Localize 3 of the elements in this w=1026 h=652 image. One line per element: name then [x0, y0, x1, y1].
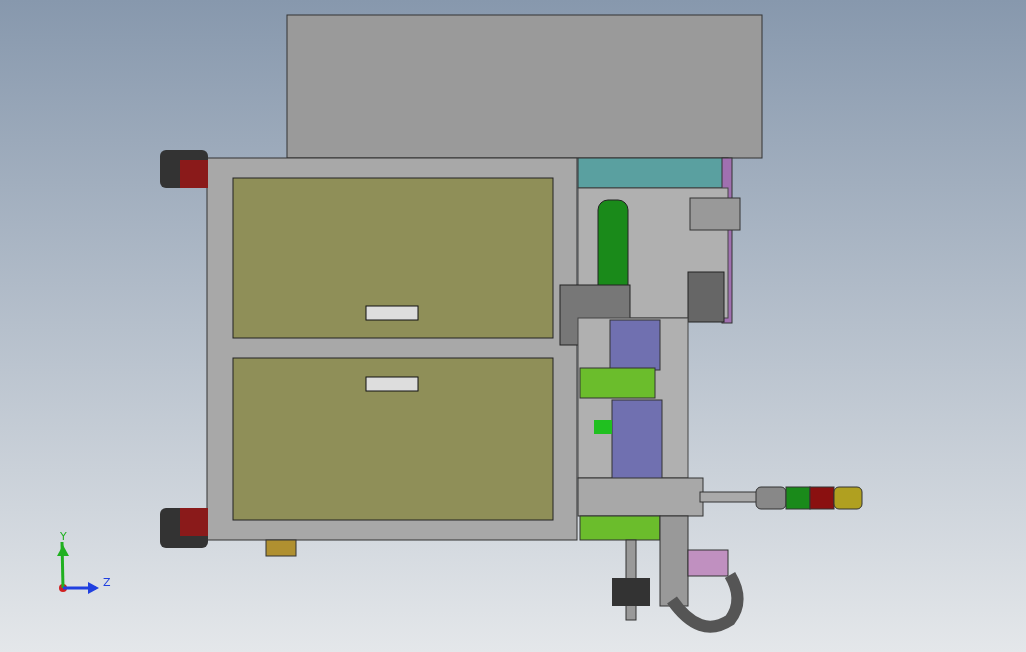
origin-dot — [59, 584, 67, 592]
axis-label: Z — [103, 576, 111, 589]
axis-label: Y — [60, 530, 67, 543]
